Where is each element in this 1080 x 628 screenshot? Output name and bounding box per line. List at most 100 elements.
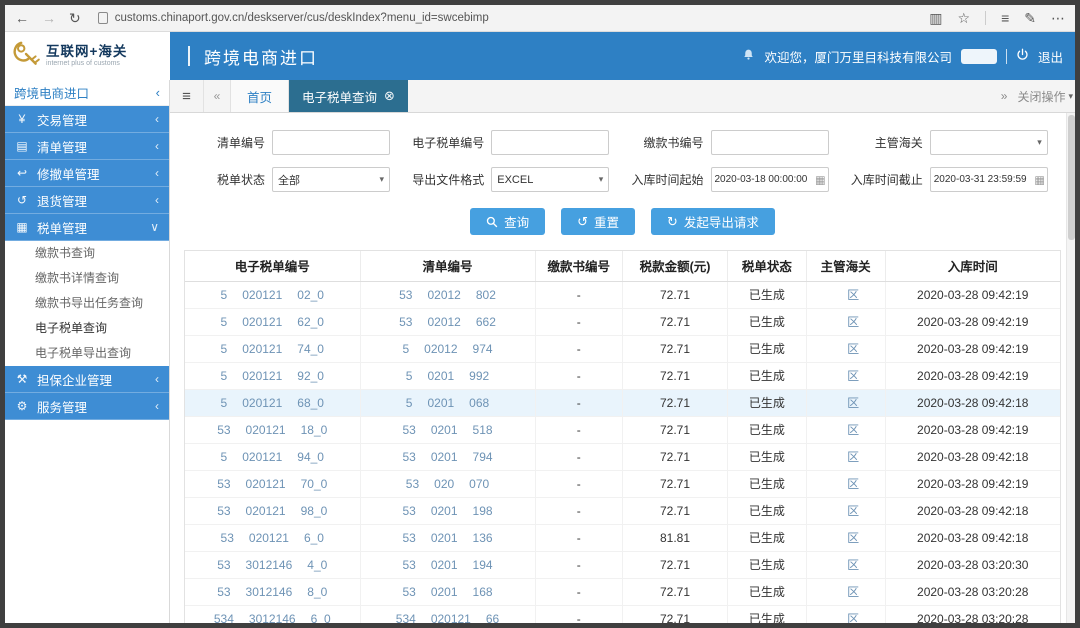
calendar-icon[interactable]: ▦ — [1034, 173, 1044, 186]
tax-no-cell: 530201216_0 — [185, 524, 360, 551]
sidebar-item-manifest[interactable]: ▤清单管理‹ — [5, 133, 169, 160]
pay-no-cell: - — [535, 362, 623, 389]
scrollbar-thumb[interactable] — [1068, 115, 1075, 240]
reading-view-icon[interactable]: ▥ — [929, 11, 942, 25]
date-end-input[interactable]: 2020-03-31 23:59:59 ▦ — [930, 167, 1048, 192]
list-no-cell: 530201136 — [360, 524, 535, 551]
etax-no-input[interactable] — [491, 130, 609, 155]
payment-no-input[interactable] — [711, 130, 829, 155]
tax-status-select[interactable]: 全部 ▾ — [272, 167, 390, 192]
scroll-tabs-left-icon[interactable]: « — [204, 80, 230, 112]
sidebar-subitem[interactable]: 缴款书查询 — [5, 241, 169, 266]
web-note-icon[interactable]: ✎ — [1024, 11, 1036, 25]
undo-icon: ↩ — [15, 166, 29, 180]
status-cell: 已生成 — [728, 389, 807, 416]
close-tab-icon[interactable]: ⊗ — [384, 88, 395, 104]
site-info-icon[interactable] — [98, 12, 108, 24]
table-row[interactable]: 502012192_050201992-72.71已生成区2020-03-28 … — [185, 362, 1060, 389]
table-row[interactable]: 53430121466_053402012166-72.71已生成区2020-0… — [185, 605, 1060, 623]
field-label-customs: 主管海关 — [842, 134, 930, 151]
pay-no-cell: - — [535, 308, 623, 335]
amount-cell: 72.71 — [623, 578, 728, 605]
status-cell: 已生成 — [728, 281, 807, 308]
sidebar-subitem[interactable]: 缴款书详情查询 — [5, 266, 169, 291]
table-row[interactable]: 502012174_0502012974-72.71已生成区2020-03-28… — [185, 335, 1060, 362]
sidebar-item-trade[interactable]: ¥交易管理‹ — [5, 106, 169, 133]
customs-cell: 区 — [806, 578, 885, 605]
table-row[interactable]: 5302012118_0530201518-72.71已生成区2020-03-2… — [185, 416, 1060, 443]
customs-cell: 区 — [806, 524, 885, 551]
sidebar-item-service[interactable]: ⚙服务管理‹ — [5, 393, 169, 420]
query-button[interactable]: 查询 — [470, 208, 545, 235]
table-row[interactable]: 530201216_0530201136-81.81已生成区2020-03-28… — [185, 524, 1060, 551]
scroll-tabs-right-icon[interactable]: » — [1001, 90, 1008, 102]
field-label-tax-status: 税单状态 — [184, 171, 272, 188]
title-divider — [188, 46, 190, 66]
table-row[interactable]: 5302012198_0530201198-72.71已生成区2020-03-2… — [185, 497, 1060, 524]
export-format-select[interactable]: EXCEL ▾ — [491, 167, 609, 192]
customs-cell: 区 — [806, 416, 885, 443]
export-request-button[interactable]: ↻ 发起导出请求 — [651, 208, 775, 235]
export-icon: ↻ — [667, 215, 678, 228]
pay-no-cell: - — [535, 416, 623, 443]
tab-home[interactable]: 首页 — [230, 80, 289, 112]
sidebar-item-tax[interactable]: ▦税单管理∨ — [5, 214, 169, 241]
sidebar-item-guarantee[interactable]: ⚒担保企业管理‹ — [5, 366, 169, 393]
list-no-cell: 53020070 — [360, 470, 535, 497]
table-row[interactable]: 5330121468_0530201168-72.71已生成区2020-03-2… — [185, 578, 1060, 605]
tab-label: 电子税单查询 — [302, 87, 377, 106]
tab-etax-query[interactable]: 电子税单查询 ⊗ — [289, 80, 408, 112]
reset-button[interactable]: ↺ 重置 — [561, 208, 635, 235]
field-label-export-format: 导出文件格式 — [403, 171, 491, 188]
sidebar-subitem[interactable]: 电子税单查询 — [5, 316, 169, 341]
calendar-icon[interactable]: ▦ — [815, 173, 825, 186]
status-cell: 已生成 — [728, 551, 807, 578]
content-area: 清单编号 电子税单编号 缴款书编号 主管海关 — [170, 113, 1075, 623]
tab-label: 首页 — [247, 87, 272, 106]
power-icon[interactable] — [1016, 48, 1029, 64]
collapse-sidebar-icon[interactable]: ‹ — [156, 85, 160, 100]
close-operations-button[interactable]: 关闭操作 ▾ — [1017, 88, 1073, 105]
back-icon[interactable]: ← — [15, 11, 29, 25]
table-row[interactable]: 502012168_050201068-72.71已生成区2020-03-28 … — [185, 389, 1060, 416]
wrench-icon: ⚒ — [15, 372, 29, 386]
list-no-cell: 502012974 — [360, 335, 535, 362]
vertical-scrollbar[interactable] — [1066, 113, 1075, 623]
select-value: EXCEL — [497, 174, 533, 186]
table-row[interactable]: 5330121464_0530201194-72.71已生成区2020-03-2… — [185, 551, 1060, 578]
sidebar-subitem[interactable]: 缴款书导出任务查询 — [5, 291, 169, 316]
url-text: customs.chinaport.gov.cn/deskserver/cus/… — [115, 12, 489, 24]
status-cell: 已生成 — [728, 443, 807, 470]
bell-icon[interactable] — [742, 48, 755, 64]
tax-no-cell: 5330121468_0 — [185, 578, 360, 605]
forward-icon[interactable]: → — [42, 11, 56, 25]
reading-list-icon[interactable]: ≡ — [1001, 11, 1009, 25]
table-row[interactable]: 502012194_0530201794-72.71已生成区2020-03-28… — [185, 443, 1060, 470]
address-bar[interactable]: customs.chinaport.gov.cn/deskserver/cus/… — [98, 12, 917, 24]
favorites-star-icon[interactable]: ☆ — [958, 11, 971, 25]
customs-select[interactable]: ▾ — [930, 130, 1048, 155]
pay-no-cell: - — [535, 578, 623, 605]
sidebar-item-label: 交易管理 — [37, 110, 87, 129]
sidebar-submenu: 缴款书查询缴款书详情查询缴款书导出任务查询电子税单查询电子税单导出查询 — [5, 241, 169, 366]
sidebar-item-amend[interactable]: ↩修撤单管理‹ — [5, 160, 169, 187]
menu-toggle-icon[interactable]: ≡ — [170, 80, 204, 112]
app-header: 互联网+海关 internet plus of customs 跨境电商进口 欢… — [5, 32, 1075, 80]
table-row[interactable]: 5302012170_053020070-72.71已生成区2020-03-28… — [185, 470, 1060, 497]
more-options-icon[interactable]: ⋯ — [1051, 11, 1065, 25]
table-row[interactable]: 502012102_05302012802-72.71已生成区2020-03-2… — [185, 281, 1060, 308]
app-window: ← → ↻ customs.chinaport.gov.cn/deskserve… — [0, 0, 1080, 628]
sidebar-header: 跨境电商进口 ‹ — [5, 80, 169, 106]
field-label-etax-no: 电子税单编号 — [403, 134, 491, 151]
date-start-input[interactable]: 2020-03-18 00:00:00 ▦ — [711, 167, 829, 192]
search-form-row-2: 税单状态 全部 ▾ 导出文件格式 EXCEL ▾ — [184, 167, 1061, 192]
sidebar-subitem[interactable]: 电子税单导出查询 — [5, 341, 169, 366]
search-form-row-1: 清单编号 电子税单编号 缴款书编号 主管海关 — [184, 130, 1061, 155]
time-cell: 2020-03-28 09:42:19 — [885, 308, 1060, 335]
sidebar-item-label: 退货管理 — [37, 191, 87, 210]
table-row[interactable]: 502012162_05302012662-72.71已生成区2020-03-2… — [185, 308, 1060, 335]
list-no-input[interactable] — [272, 130, 390, 155]
refresh-icon[interactable]: ↻ — [69, 11, 81, 25]
logout-button[interactable]: 退出 — [1038, 47, 1063, 66]
sidebar-item-returns[interactable]: ↺退货管理‹ — [5, 187, 169, 214]
